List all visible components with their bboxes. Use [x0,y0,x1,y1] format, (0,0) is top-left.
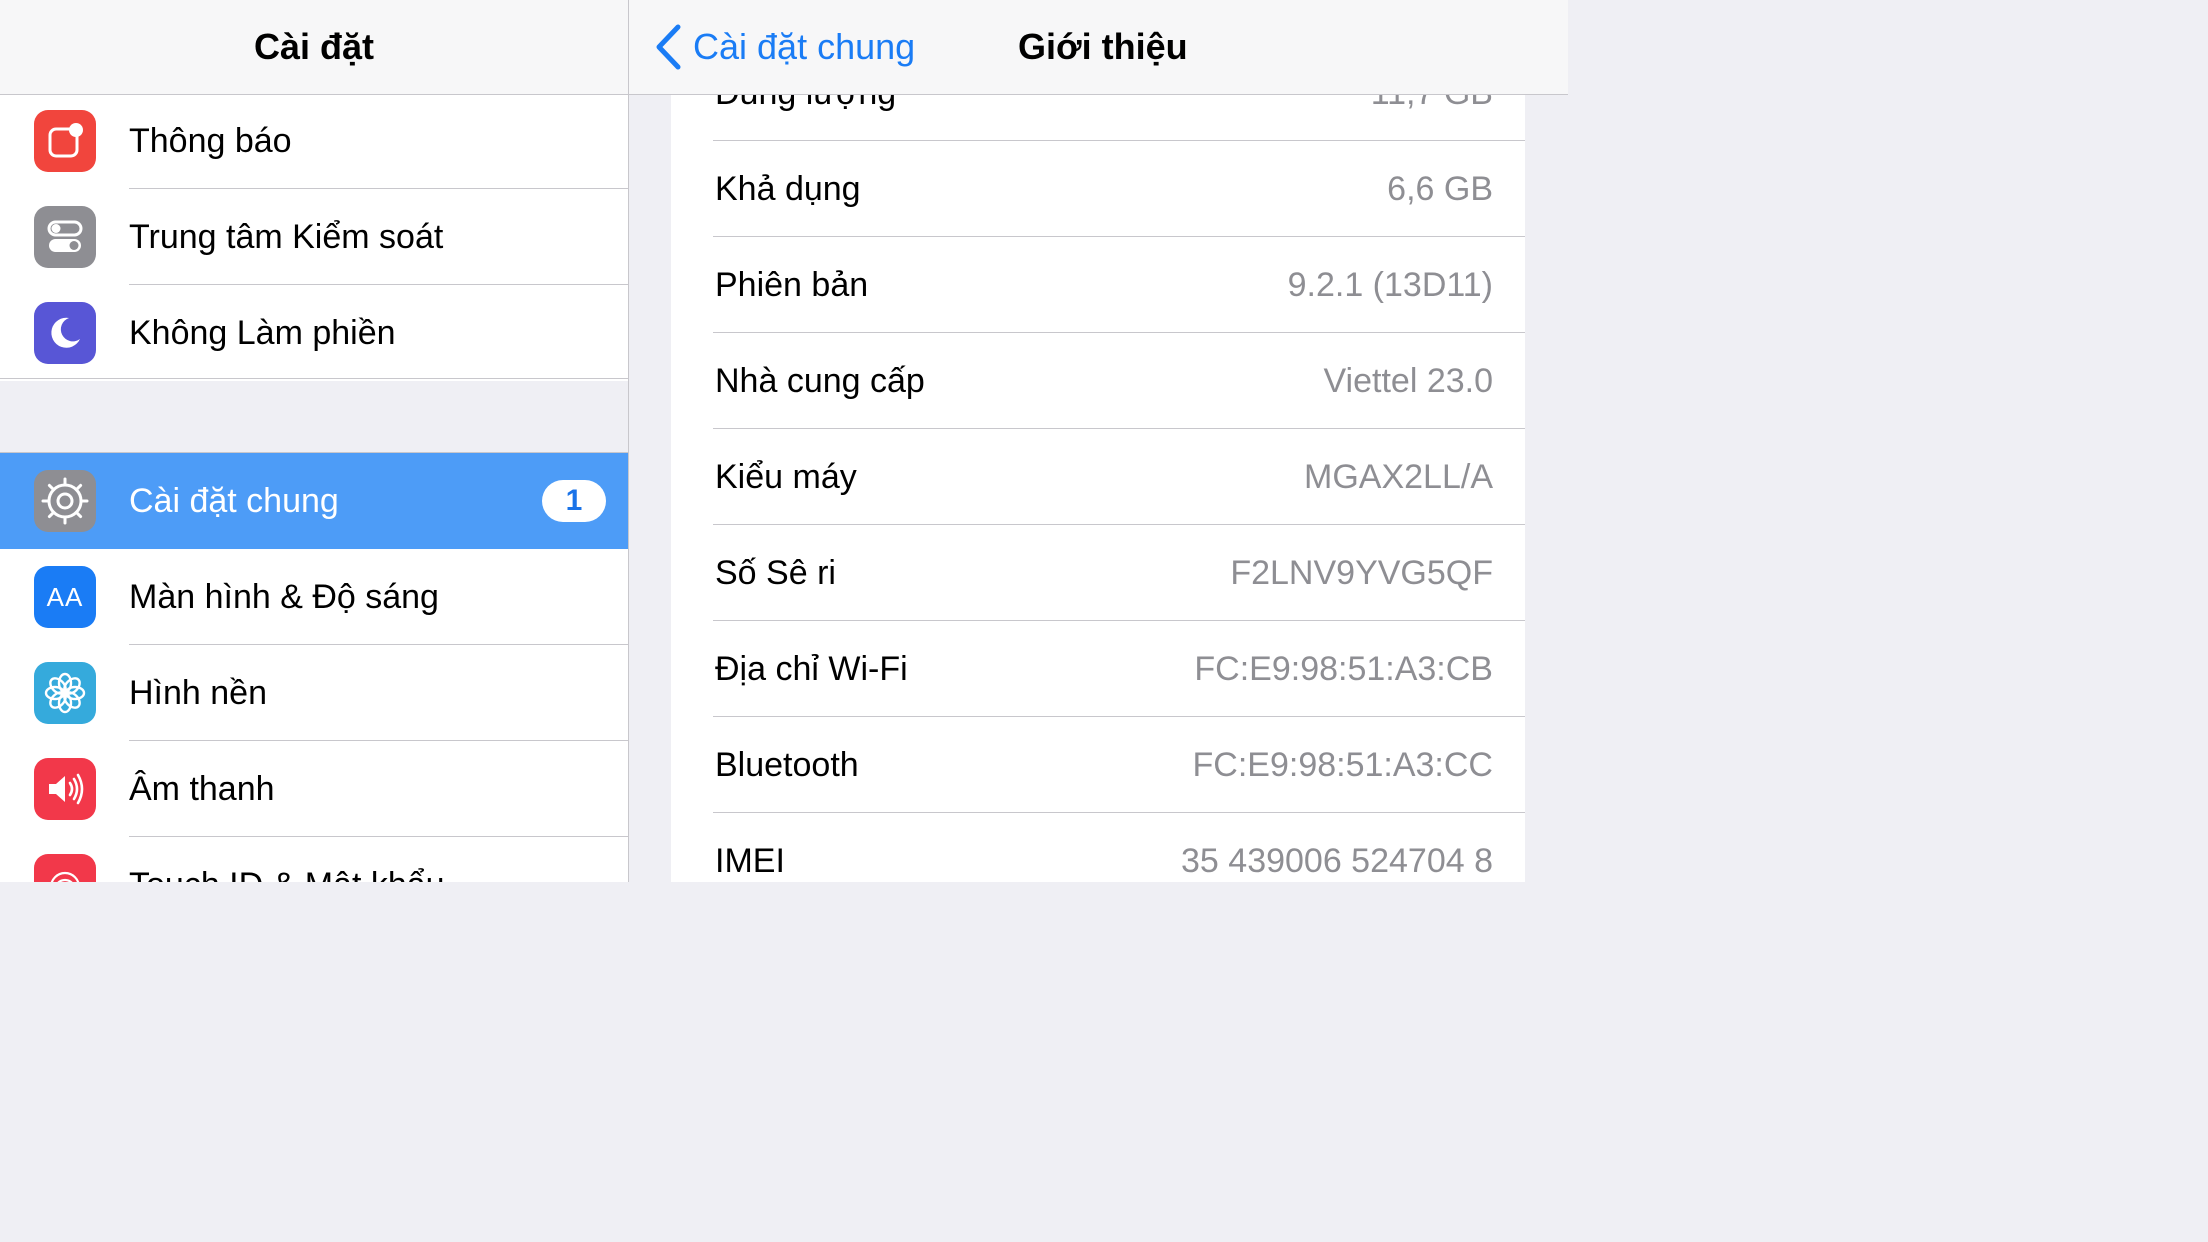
sidebar-item-label: Màn hình & Độ sáng [129,578,439,616]
fingerprint-icon [34,854,96,882]
info-value: 6,6 GB [1387,170,1493,208]
about-detail-pane: Cài đặt chung Giới thiệu Dung lượng 11,7… [629,0,1568,882]
control-center-icon [34,206,96,268]
sidebar-title: Cài đặt [253,26,375,67]
sidebar-item-label: Cài đặt chung [129,482,339,520]
sidebar-item-label: Âm thanh [129,770,275,808]
info-row-model[interactable]: Kiểu máy MGAX2LL/A [671,429,1525,525]
gear-icon [34,470,96,532]
info-key: Khả dụng [715,170,861,208]
sidebar-item-general[interactable]: Cài đặt chung 1 [0,453,628,549]
info-row-carrier[interactable]: Nhà cung cấp Viettel 23.0 [671,333,1525,429]
chevron-left-icon [656,24,681,70]
settings-group-2: Cài đặt chung 1 AA Màn hình & Độ sáng Hì… [0,453,628,882]
info-row-imei[interactable]: IMEI 35 439006 524704 8 [671,813,1525,882]
info-key: Bluetooth [715,746,859,784]
info-value: 9.2.1 (13D11) [1287,266,1493,304]
display-brightness-icon: AA [34,566,96,628]
info-row-serial[interactable]: Số Sê ri F2LNV9YVG5QF [671,525,1525,621]
back-button[interactable]: Cài đặt chung [653,0,915,94]
info-key: Số Sê ri [715,554,836,592]
info-key: IMEI [715,842,785,880]
settings-sidebar: Cài đặt Thông báo Trung tâm Kiểm soát Kh… [0,0,628,882]
update-badge: 1 [542,480,606,522]
sidebar-item-wallpaper[interactable]: Hình nền [0,645,628,741]
sidebar-item-sounds[interactable]: Âm thanh [0,741,628,837]
sidebar-item-notifications[interactable]: Thông báo [0,93,628,189]
about-info-table: Dung lượng 11,7 GB Khả dụng 6,6 GB Phiên… [671,45,1525,882]
info-value: FC:E9:98:51:A3:CB [1194,650,1493,688]
sidebar-item-label: Trung tâm Kiểm soát [129,218,444,256]
settings-group-1: Thông báo Trung tâm Kiểm soát Không Làm … [0,93,628,381]
info-row-version[interactable]: Phiên bản 9.2.1 (13D11) [671,237,1525,333]
sidebar-item-label: Hình nền [129,674,267,712]
back-button-label: Cài đặt chung [693,26,916,67]
info-value: 35 439006 524704 8 [1181,842,1493,880]
info-row-available: Khả dụng 6,6 GB [671,141,1525,237]
info-value: MGAX2LL/A [1304,458,1493,496]
info-value: F2LNV9YVG5QF [1230,554,1493,592]
detail-navbar: Cài đặt chung Giới thiệu [629,0,1568,95]
sidebar-item-control-center[interactable]: Trung tâm Kiểm soát [0,189,628,285]
info-key: Địa chỉ Wi-Fi [715,650,908,688]
info-value: Viettel 23.0 [1323,362,1493,400]
moon-icon [34,302,96,364]
info-key: Nhà cung cấp [715,362,925,400]
info-key: Phiên bản [715,266,869,304]
notifications-icon [34,110,96,172]
sidebar-item-touch-id[interactable]: Touch ID & Mật khẩu [0,837,628,882]
sidebar-item-label: Không Làm phiền [129,314,396,352]
speaker-icon [34,758,96,820]
group-divider [0,378,628,379]
sidebar-item-display-brightness[interactable]: AA Màn hình & Độ sáng [0,549,628,645]
page-title: Giới thiệu [1018,26,1188,67]
sidebar-item-label: Thông báo [129,122,292,160]
sidebar-item-do-not-disturb[interactable]: Không Làm phiền [0,285,628,381]
info-row-bluetooth[interactable]: Bluetooth FC:E9:98:51:A3:CC [671,717,1525,813]
info-row-wifi-address[interactable]: Địa chỉ Wi-Fi FC:E9:98:51:A3:CB [671,621,1525,717]
sidebar-navbar: Cài đặt [0,0,628,95]
info-value: FC:E9:98:51:A3:CC [1192,746,1493,784]
sidebar-item-label: Touch ID & Mật khẩu [129,837,445,882]
wallpaper-flower-icon [34,662,96,724]
info-key: Kiểu máy [715,458,857,496]
